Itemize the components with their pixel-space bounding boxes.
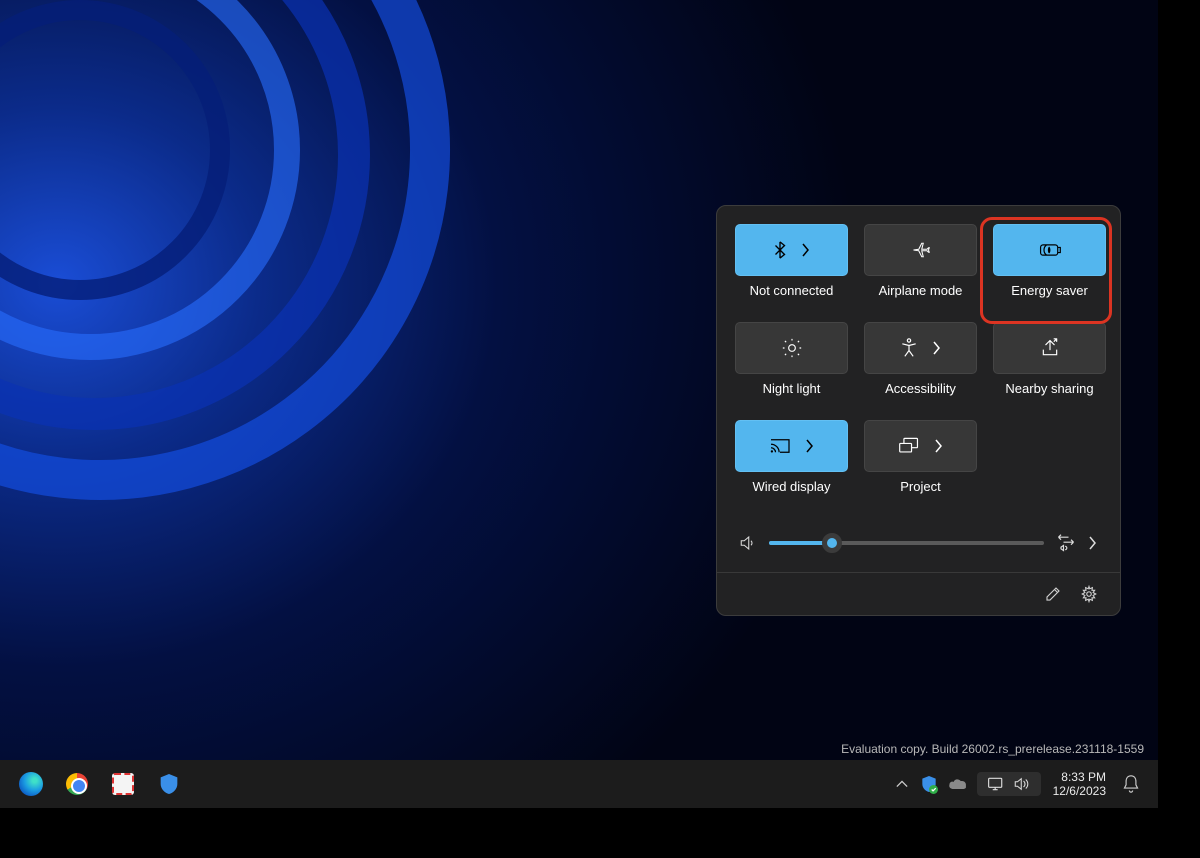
cast-icon: [769, 437, 791, 455]
qs-project-tile[interactable]: [864, 420, 977, 472]
qs-energy-tile[interactable]: [993, 224, 1106, 276]
tray-overflow-chevron[interactable]: [889, 764, 915, 804]
qs-airplane-item: Airplane mode: [864, 224, 977, 314]
system-tray: [889, 764, 971, 804]
qs-wired-display-label: Wired display: [752, 479, 830, 494]
chrome-icon: [66, 773, 88, 795]
qs-nearby-tile[interactable]: [993, 322, 1106, 374]
tray-onedrive-icon[interactable]: [945, 764, 971, 804]
bluetooth-icon: [773, 241, 787, 259]
shield-icon: [159, 773, 179, 795]
chevron-right-icon: [801, 243, 811, 257]
snipping-tool-icon: [112, 773, 134, 795]
speaker-icon: [1013, 776, 1031, 792]
desktop-watermark: Evaluation copy. Build 26002.rs_prerelea…: [841, 742, 1144, 756]
qs-airplane-label: Airplane mode: [879, 283, 963, 298]
audio-output-icon[interactable]: [1056, 534, 1076, 552]
taskbar: 8:33 PM 12/6/2023: [0, 760, 1158, 808]
taskbar-chrome-button[interactable]: [56, 764, 98, 804]
taskbar-snipping-button[interactable]: [102, 764, 144, 804]
chevron-right-icon: [934, 439, 944, 453]
watermark-line-2: Evaluation copy. Build 26002.rs_prerelea…: [841, 742, 1144, 756]
qs-bluetooth-label: Not connected: [750, 283, 834, 298]
qs-accessibility-tile[interactable]: [864, 322, 977, 374]
qs-accessibility-item: Accessibility: [864, 322, 977, 412]
project-icon: [898, 437, 920, 455]
edge-icon: [19, 772, 43, 796]
qs-energy-item: Energy saver: [993, 224, 1106, 314]
qs-nearby-label: Nearby sharing: [1005, 381, 1093, 396]
tray-security-icon[interactable]: [917, 764, 943, 804]
desktop-wallpaper[interactable]: Not connected Airplane mode: [0, 0, 1158, 808]
volume-slider[interactable]: [769, 541, 1044, 545]
quick-settings-grid: Not connected Airplane mode: [735, 224, 1102, 510]
qs-project-label: Project: [900, 479, 940, 494]
qs-nightlight-item: Night light: [735, 322, 848, 412]
notifications-button[interactable]: [1114, 764, 1148, 804]
qs-nightlight-label: Night light: [763, 381, 821, 396]
taskbar-left: [10, 764, 190, 804]
speaker-low-icon[interactable]: [739, 534, 757, 552]
chevron-right-icon[interactable]: [1088, 536, 1098, 550]
qs-project-item: Project: [864, 420, 977, 510]
taskbar-right: 8:33 PM 12/6/2023: [889, 764, 1148, 804]
volume-slider-thumb[interactable]: [822, 533, 842, 553]
qs-wired-display-item: Wired display: [735, 420, 848, 510]
airplane-icon: [911, 241, 931, 259]
qs-nightlight-tile[interactable]: [735, 322, 848, 374]
network-icon: [987, 776, 1005, 792]
taskbar-security-button[interactable]: [148, 764, 190, 804]
qs-nearby-item: Nearby sharing: [993, 322, 1106, 412]
qs-airplane-tile[interactable]: [864, 224, 977, 276]
quick-settings-footer: [717, 572, 1120, 615]
taskbar-edge-button[interactable]: [10, 764, 52, 804]
qs-wired-display-tile[interactable]: [735, 420, 848, 472]
night-light-icon: [782, 338, 802, 358]
qs-bluetooth-item: Not connected: [735, 224, 848, 314]
accessibility-icon: [900, 338, 918, 358]
settings-gear-icon[interactable]: [1080, 585, 1098, 603]
chevron-right-icon: [932, 341, 942, 355]
clock-time: 8:33 PM: [1053, 770, 1106, 784]
clock-date: 12/6/2023: [1053, 784, 1106, 798]
qs-energy-label: Energy saver: [1011, 283, 1088, 298]
taskbar-clock[interactable]: 8:33 PM 12/6/2023: [1053, 770, 1106, 799]
tray-network-audio-group[interactable]: [977, 772, 1041, 796]
chevron-right-icon: [805, 439, 815, 453]
qs-bluetooth-tile[interactable]: [735, 224, 848, 276]
qs-accessibility-label: Accessibility: [885, 381, 956, 396]
nearby-sharing-icon: [1040, 338, 1060, 358]
volume-row: [735, 514, 1102, 572]
edit-icon[interactable]: [1044, 585, 1062, 603]
quick-settings-panel: Not connected Airplane mode: [716, 205, 1121, 616]
energy-saver-icon: [1038, 242, 1062, 258]
